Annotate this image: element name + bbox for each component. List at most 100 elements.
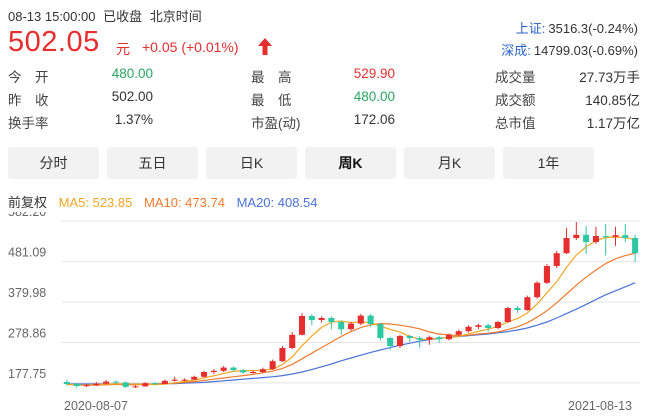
candle-body (622, 235, 629, 238)
stat-value: 27.73万手 (579, 70, 640, 85)
y-tick-label: 481.09 (8, 246, 46, 260)
x-tick-label: 2021-08-13 (568, 399, 632, 413)
stat-label: 总市值 (495, 116, 536, 131)
candle-body (289, 334, 296, 348)
candle-body (612, 235, 619, 237)
stat-row: 换手率 1.37% 市盈(动) 172.06 总市值 1.17万亿 (8, 112, 640, 135)
ma-legend: 前复权 MA5: 523.85 MA10: 473.74 MA20: 408.5… (8, 192, 326, 211)
candle-body (201, 372, 208, 377)
stat-value: 172.06 (353, 112, 395, 127)
stat-label: 换手率 (8, 116, 49, 131)
stat-label: 最 低 (251, 93, 292, 108)
candle-body (338, 322, 345, 330)
candle-body (73, 384, 80, 386)
candle-body (259, 369, 266, 372)
ma20-value: MA20: 408.54 (236, 195, 318, 210)
tab-day-k[interactable]: 日K (206, 147, 297, 179)
candle-body (602, 236, 609, 237)
candle-body (112, 381, 119, 383)
candle-body (485, 325, 492, 328)
index-value: 14799.03(-0.69%) (533, 43, 638, 58)
x-tick-label: 2020-08-07 (64, 399, 128, 413)
market-status: 已收盘 (103, 9, 143, 24)
candle-body (592, 236, 599, 242)
candle-body (171, 379, 178, 381)
stat-value: 480.00 (111, 66, 153, 81)
candle-body (534, 282, 541, 298)
candle-body (377, 324, 384, 338)
stat-label: 成交额 (495, 93, 536, 108)
candle-body (103, 381, 110, 384)
stat-label: 昨 收 (8, 93, 49, 108)
adjust-mode[interactable]: 前复权 (8, 195, 47, 210)
candle-body (328, 318, 335, 322)
index-shenzhen[interactable]: 深成: 14799.03(-0.69%) (501, 40, 638, 59)
stat-row: 昨 收 502.00 最 低 480.00 成交额 140.85亿 (8, 89, 640, 112)
stat-value: 1.17万亿 (586, 116, 640, 131)
up-arrow-icon (258, 38, 272, 55)
status-line: 08-13 15:00:00 已收盘 北京时间 (8, 6, 206, 25)
candle-body (142, 383, 149, 387)
candle-body (465, 326, 472, 332)
candle-body (416, 338, 423, 340)
candle-body (632, 238, 639, 254)
candle-body (573, 234, 580, 238)
y-tick-label: 582.20 (8, 212, 46, 219)
stat-value: 140.85亿 (585, 93, 640, 108)
index-shanghai[interactable]: 上证: 3516.3(-0.24%) (516, 18, 638, 37)
tab-week-k[interactable]: 周K (305, 147, 396, 179)
tab-year[interactable]: 1年 (503, 147, 594, 179)
index-name: 深成: (501, 43, 531, 58)
tab-timeshare[interactable]: 分时 (8, 147, 99, 179)
candle-body (240, 370, 247, 373)
candle-body (583, 234, 590, 242)
stat-value: 502.00 (111, 89, 153, 104)
candle-body (494, 322, 501, 328)
candle-body (436, 337, 443, 340)
candle-body (387, 338, 394, 346)
candle-body (132, 386, 139, 388)
candle-body (152, 383, 159, 385)
candle-body (210, 370, 217, 372)
candle-body (279, 348, 286, 362)
candle-body (357, 315, 364, 324)
candle-body (543, 266, 550, 283)
ma10-value: MA10: 473.74 (143, 195, 225, 210)
candle-body (181, 379, 188, 381)
candle-body (524, 297, 531, 310)
candle-body (63, 382, 70, 384)
stat-value: 529.90 (353, 66, 395, 81)
stats-panel: 今 开 480.00 最 高 529.90 成交量 27.73万手昨 收 502.00 最 低… (8, 66, 640, 135)
candle-body (406, 336, 413, 338)
timezone: 北京时间 (149, 9, 202, 24)
index-value: 3516.3(-0.24%) (548, 21, 638, 36)
price-change: +0.05 (+0.01%) (142, 39, 239, 55)
index-name: 上证: (515, 21, 546, 36)
stat-label: 最 高 (251, 70, 292, 85)
candle-body (445, 334, 453, 340)
stat-label: 市盈(动) (251, 116, 301, 131)
candle-body (553, 253, 560, 266)
stat-value: 1.37% (114, 112, 153, 127)
candle-body (83, 385, 90, 387)
tab-month-k[interactable]: 月K (404, 147, 495, 179)
stat-value: 480.00 (353, 89, 395, 104)
candlestick-chart[interactable]: 582.20 481.09 379.98 278.86 177.75 2020-08-07… (0, 212, 668, 418)
candle-body (426, 337, 433, 340)
price-unit: 元 (116, 41, 130, 57)
candle-body (514, 308, 521, 310)
stat-label: 成交量 (495, 70, 536, 85)
ma5-line (66, 236, 636, 386)
candle-body (298, 316, 306, 335)
candle-body (396, 336, 404, 346)
ma5-value: MA5: 523.85 (58, 195, 133, 210)
candle-body (347, 323, 355, 330)
candle-body (249, 372, 257, 373)
stat-label: 今 开 (8, 70, 49, 85)
y-tick-label: 278.86 (8, 326, 46, 340)
candle-body (563, 238, 570, 254)
candle-body (308, 316, 315, 320)
candle-body (475, 325, 482, 327)
tab-five-day[interactable]: 五日 (107, 147, 198, 179)
candle-body (269, 361, 276, 370)
